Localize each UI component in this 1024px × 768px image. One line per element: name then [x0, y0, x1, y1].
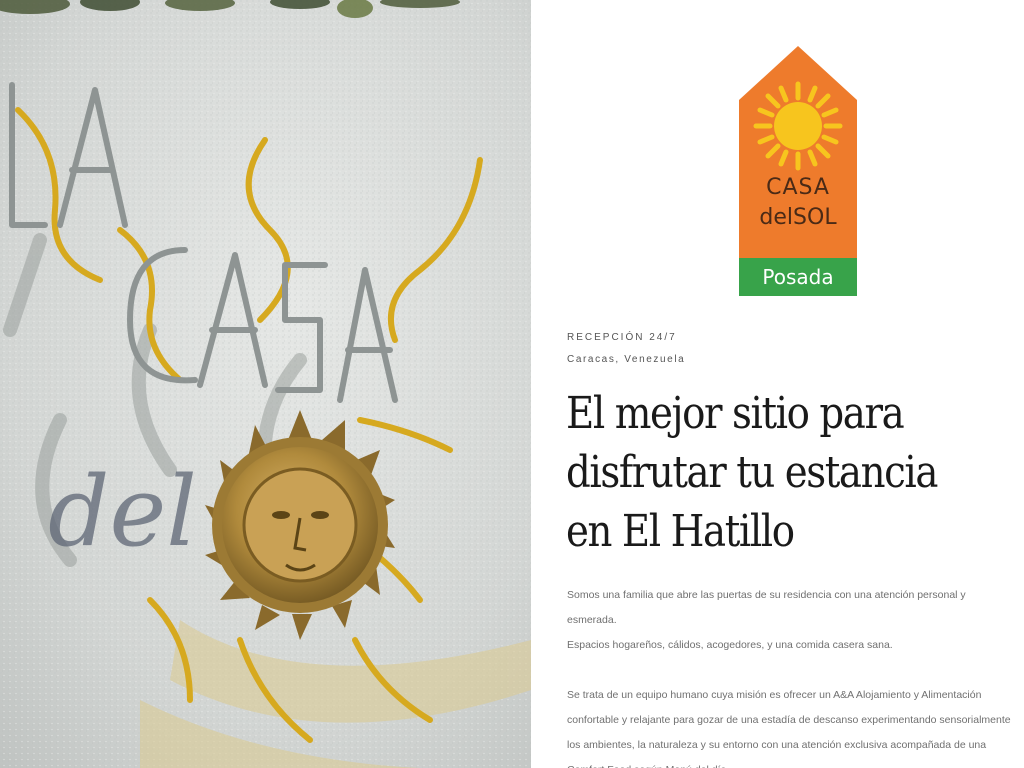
logo-sun-icon — [753, 81, 843, 171]
intro-paragraph: Espacios hogareños, cálidos, acogedores,… — [567, 639, 893, 651]
intro-section: CASA delSOL Posada RECEPCIÓN 24/7 Caraca… — [531, 0, 1024, 768]
intro-paragraph: Somos una familia que abre las puertas d… — [567, 589, 966, 626]
logo-brand-top: CASA — [766, 175, 830, 200]
svg-text:del: del — [48, 456, 197, 568]
hero-image: del — [0, 0, 531, 768]
intro-paragraph: Se trata de un equipo humano cuya misión… — [567, 689, 1011, 768]
reception-eyebrow: RECEPCIÓN 24/7 — [567, 332, 677, 343]
logo-subtitle: Posada — [762, 265, 833, 289]
casa-del-sol-logo[interactable]: CASA delSOL Posada — [737, 44, 859, 298]
logo-brand-bottom: delSOL — [759, 205, 837, 230]
page: del CASA delSOL Posada RECEPCIÓN 24/7 Ca… — [0, 0, 1024, 768]
location-label: Caracas, Venezuela — [567, 354, 686, 365]
page-title: El mejor sitio para disfrutar tu estanci… — [566, 388, 938, 557]
hero-photo-illustration: del — [0, 0, 531, 768]
intro-body: Somos una familia que abre las puertas d… — [567, 583, 1017, 768]
